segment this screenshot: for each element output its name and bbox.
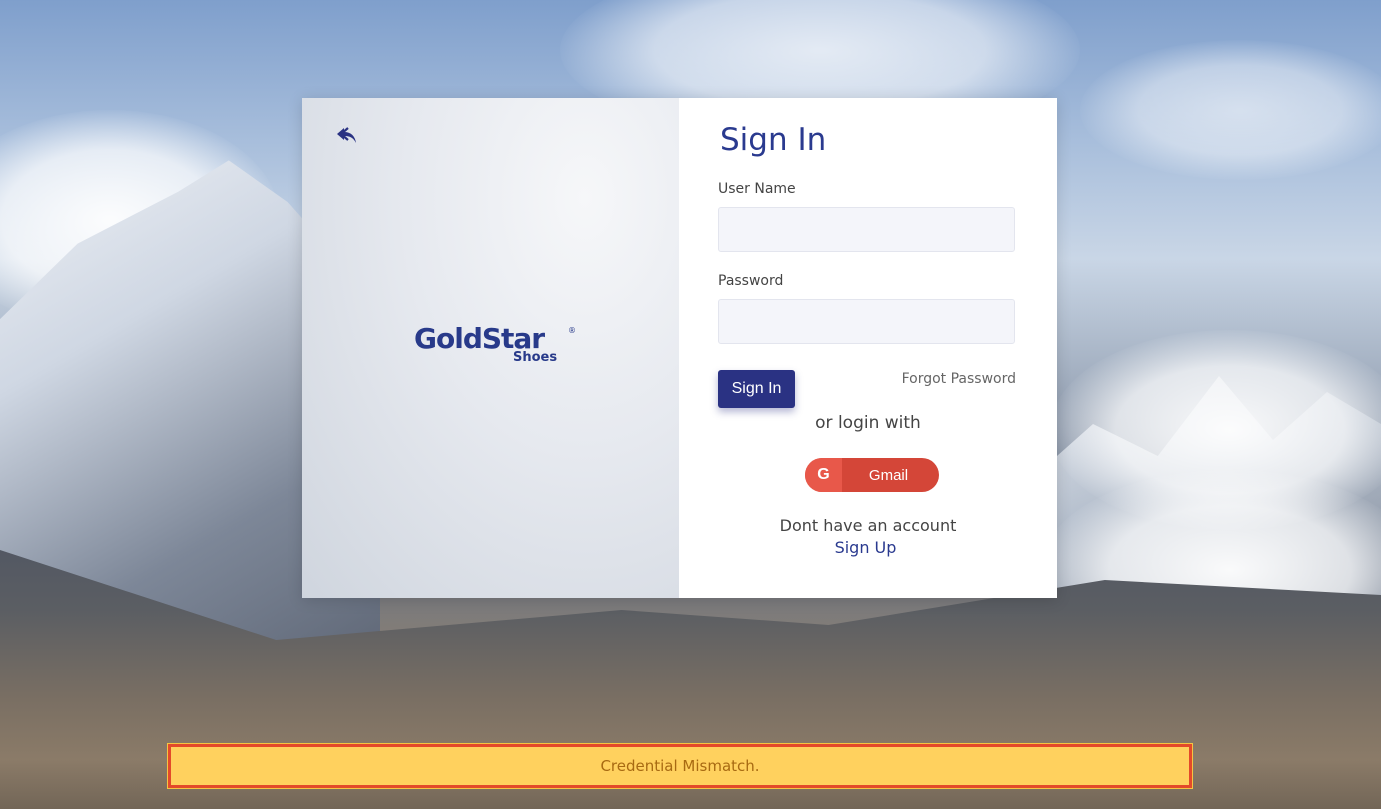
google-g-icon: G <box>805 458 842 492</box>
signin-form: Sign In User Name Password Sign In Forgo… <box>679 98 1057 598</box>
goldstar-logo: GoldStar ® Shoes <box>414 324 584 372</box>
no-account-text: Dont have an account <box>779 516 957 535</box>
signin-button[interactable]: Sign In <box>718 370 795 408</box>
login-card: GoldStar ® Shoes Sign In User Name Passw… <box>302 98 1057 598</box>
password-input[interactable] <box>718 299 1015 344</box>
reply-arrow-icon <box>337 127 356 143</box>
back-button[interactable] <box>334 124 360 148</box>
logo-brand: GoldStar <box>414 322 545 355</box>
brand-panel: GoldStar ® Shoes <box>302 98 679 598</box>
cloud <box>1080 40 1381 180</box>
alert-message: Credential Mismatch. <box>600 757 760 775</box>
forgot-password-link[interactable]: Forgot Password <box>902 371 1016 387</box>
password-label: Password <box>718 273 784 289</box>
gmail-login-button[interactable]: G Gmail <box>805 458 939 492</box>
page-title: Sign In <box>720 122 827 158</box>
or-login-with-text: or login with <box>815 413 921 433</box>
username-label: User Name <box>718 181 796 197</box>
logo-registered-mark: ® <box>568 326 576 335</box>
gmail-label: Gmail <box>868 466 909 484</box>
signup-link[interactable]: Sign Up <box>679 538 1052 557</box>
error-alert: Credential Mismatch. <box>167 743 1193 789</box>
logo-sub: Shoes <box>513 350 558 365</box>
username-input[interactable] <box>718 207 1015 252</box>
